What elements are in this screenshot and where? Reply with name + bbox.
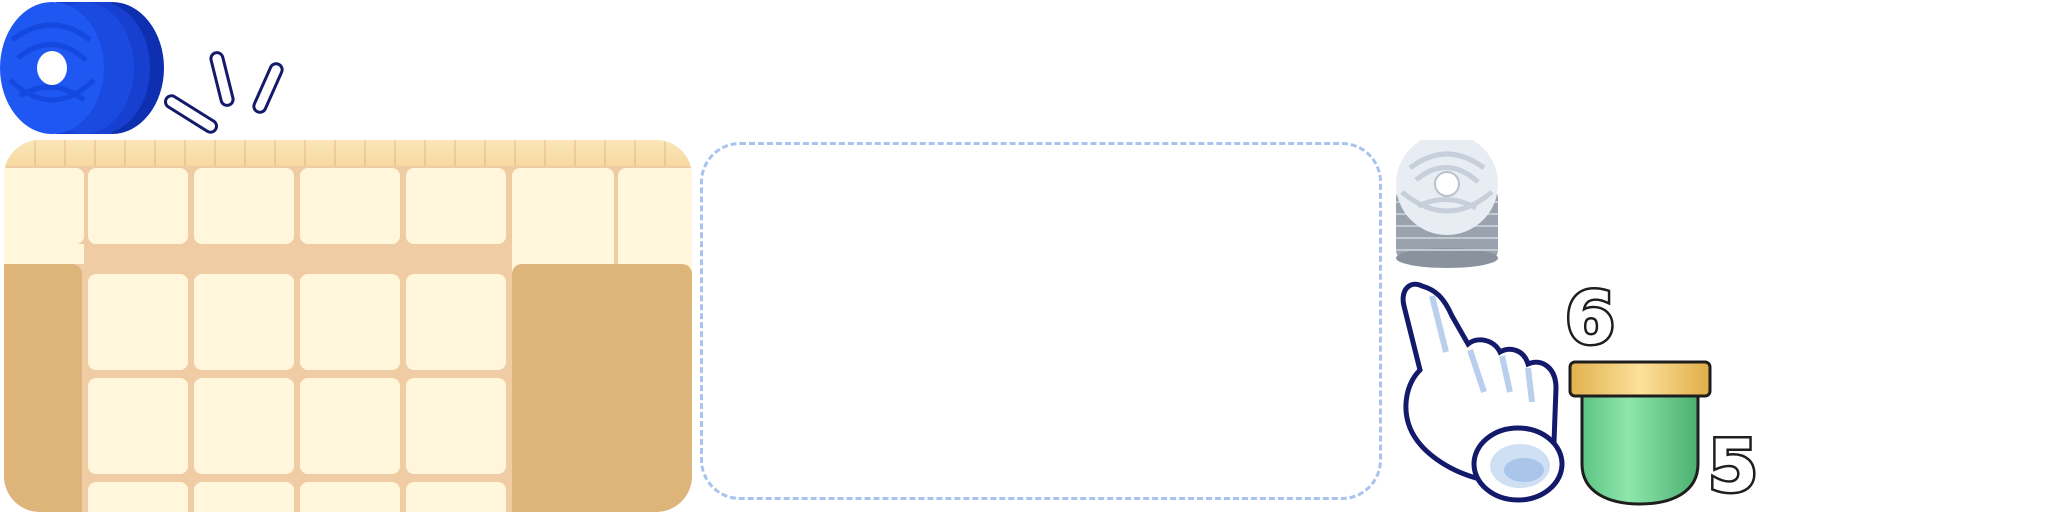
- board-cell[interactable]: [4, 168, 84, 244]
- board-cell[interactable]: [300, 168, 400, 244]
- board-cell[interactable]: [194, 378, 294, 474]
- board-wall-right: [512, 264, 692, 512]
- held-blue-spool[interactable]: [0, 0, 170, 140]
- board-cell[interactable]: [194, 274, 294, 370]
- board-wall-left: [4, 264, 82, 512]
- board-cell[interactable]: [300, 274, 400, 370]
- board-cell[interactable]: [406, 482, 506, 512]
- board-cell[interactable]: [88, 378, 188, 474]
- white-yarn-spool-icon: [1396, 133, 1498, 268]
- board-cell[interactable]: [194, 482, 294, 512]
- stack-count-top: 6: [1562, 276, 1617, 360]
- board-cell[interactable]: [194, 168, 294, 244]
- pointing-hand-icon: [1400, 281, 1565, 503]
- board-cell[interactable]: [406, 378, 506, 474]
- board-cell[interactable]: [88, 482, 188, 512]
- drop-zone[interactable]: [700, 142, 1382, 500]
- board-cell[interactable]: [406, 274, 506, 370]
- next-white-spool[interactable]: [1388, 133, 1506, 270]
- yarn-pot[interactable]: [1568, 360, 1712, 510]
- blue-yarn-spool-icon: [0, 2, 164, 134]
- board-cell[interactable]: [406, 168, 506, 244]
- board-cell[interactable]: [88, 168, 188, 244]
- board-cell[interactable]: [88, 274, 188, 370]
- board-cell[interactable]: [300, 378, 400, 474]
- stack-count-bottom: 5: [1705, 424, 1760, 508]
- motion-lines-icon: [163, 51, 284, 134]
- game-board: [4, 140, 692, 512]
- board-cell[interactable]: [300, 482, 400, 512]
- pot-icon: [1568, 360, 1712, 506]
